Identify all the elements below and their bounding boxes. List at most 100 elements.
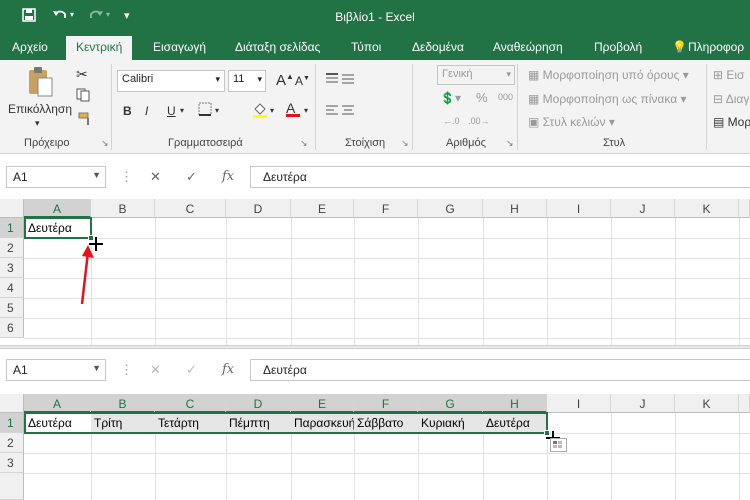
col-header-j[interactable]: J [611,199,675,218]
formula-input[interactable]: Δευτέρα [250,359,750,381]
font-color-dropdown-icon[interactable]: ▾ [304,106,308,115]
name-box[interactable]: A1 ▼ [6,359,106,381]
tab-tell-me[interactable]: Πληροφορ [688,40,744,54]
percent-button[interactable]: % [476,90,488,105]
currency-icon[interactable]: 💲▾ [440,91,461,105]
col-header-k[interactable]: K [675,394,739,413]
more-options-icon[interactable]: ⋮ [120,362,133,378]
insert-function-icon[interactable]: fx [222,362,234,377]
font-name-select[interactable]: Calibri ▾ [117,70,225,92]
borders-icon[interactable] [198,102,212,119]
col-header-d[interactable]: D [226,199,291,218]
col-header-k[interactable]: K [675,199,739,218]
font-launcher-icon[interactable]: ↘ [300,138,308,149]
col-header-l[interactable] [739,199,750,218]
fill-color-icon[interactable] [252,102,268,121]
col-header-c[interactable]: C [155,394,226,413]
enter-icon[interactable]: ✓ [186,169,197,185]
grow-font-button[interactable]: A▲ [276,72,294,89]
col-header-g[interactable]: G [418,394,483,413]
bold-button[interactable]: B [123,104,132,118]
col-header-d[interactable]: D [226,394,291,413]
tab-view[interactable]: Προβολή [594,40,642,54]
insert-function-icon[interactable]: fx [222,169,234,184]
col-header-a[interactable]: A [24,394,91,413]
font-color-button[interactable]: A [286,100,300,117]
top-align-icon[interactable] [326,72,354,89]
row-header-3[interactable]: 3 [0,258,24,278]
conditional-formatting-button[interactable]: ▦ Μορφοποίηση υπό όρους ▾ [528,68,689,82]
paste-button[interactable]: Επικόλληση [8,102,72,116]
selected-cell-border [24,217,92,239]
format-cells-button[interactable]: ▤ Μορ [713,115,750,129]
shrink-font-label: A [295,74,304,88]
tab-formulas[interactable]: Τύποι [351,40,381,54]
delete-cells-button[interactable]: ⊟ Διαγ [713,92,749,106]
col-header-c[interactable]: C [155,199,226,218]
col-header-a[interactable]: A [24,199,91,218]
more-options-icon[interactable]: ⋮ [120,169,133,185]
underline-button[interactable]: U [167,104,176,118]
fill-color-dropdown-icon[interactable]: ▾ [270,106,274,115]
alignment-launcher-icon[interactable]: ↘ [401,138,409,149]
format-as-table-button[interactable]: ▦ Μορφοποίηση ως πίνακα ▾ [528,92,687,106]
paste-icon[interactable] [26,66,54,101]
col-header-b[interactable]: B [91,394,155,413]
col-header-f[interactable]: F [354,394,418,413]
col-header-h[interactable]: H [483,394,547,413]
cell-styles-button[interactable]: ▣ Στυλ κελιών ▾ [528,115,615,129]
col-header-i[interactable]: I [547,394,611,413]
row-header-1[interactable]: 1 [0,218,24,238]
increase-decimal-icon[interactable]: ←.0 [443,116,460,126]
cut-icon[interactable]: ✂ [76,66,88,83]
enter-icon[interactable]: ✓ [186,362,197,378]
col-header-g[interactable]: G [418,199,483,218]
col-header-f[interactable]: F [354,199,418,218]
decrease-decimal-icon[interactable]: .00→ [468,116,490,126]
italic-button[interactable]: I [145,104,148,118]
left-align-icon[interactable] [326,104,354,121]
row-header-3[interactable]: 3 [0,453,24,473]
name-box[interactable]: A1 ▼ [6,166,106,188]
col-header-e[interactable]: E [291,394,354,413]
row-header-4[interactable] [0,473,24,500]
ribbon-tabs: Αρχείο Κεντρική Εισαγωγή Διάταξη σελίδας… [0,36,750,60]
row-header-6[interactable]: 6 [0,318,24,338]
col-header-h[interactable]: H [483,199,547,218]
number-format-select[interactable]: Γενική ▾ [437,65,515,85]
col-header-b[interactable]: B [91,199,155,218]
row-header-1[interactable]: 1 [0,413,24,433]
thousands-button[interactable]: 000 [498,92,513,102]
formula-input[interactable]: Δευτέρα [250,166,750,188]
row-header-4[interactable]: 4 [0,278,24,298]
tab-review[interactable]: Αναθεώρηση [493,40,563,54]
font-size-select[interactable]: 11 ▾ [228,70,266,92]
copy-icon[interactable] [76,88,92,105]
clipboard-launcher-icon[interactable]: ↘ [101,138,109,149]
row-header-5[interactable]: 5 [0,298,24,318]
number-launcher-icon[interactable]: ↘ [506,138,514,149]
cancel-icon[interactable]: ✕ [150,169,161,185]
row-header-2[interactable]: 2 [0,433,24,453]
format-painter-icon[interactable] [78,112,92,129]
auto-fill-options-icon[interactable] [550,438,567,452]
tab-page-layout[interactable]: Διάταξη σελίδας [235,40,320,54]
cancel-icon[interactable]: ✕ [150,362,161,378]
select-all-corner[interactable] [0,199,24,218]
row-header-2[interactable]: 2 [0,238,24,258]
tab-file[interactable]: Αρχείο [12,40,48,54]
ribbon: Επικόλληση ▾ ✂ Πρόχειρο ↘ Calibri ▾ 11 ▾… [0,60,750,154]
col-header-i[interactable]: I [547,199,611,218]
underline-dropdown-icon[interactable]: ▾ [180,106,184,115]
tab-home[interactable]: Κεντρική [66,36,133,60]
col-header-e[interactable]: E [291,199,354,218]
insert-cells-button[interactable]: ⊞ Εισ [713,68,744,82]
tab-insert[interactable]: Εισαγωγή [153,40,206,54]
select-all-corner[interactable] [0,394,24,413]
tab-data[interactable]: Δεδομένα [412,40,464,54]
shrink-font-button[interactable]: A▼ [295,74,310,88]
col-header-l[interactable] [739,394,750,413]
paste-dropdown-icon[interactable]: ▾ [35,118,40,129]
borders-dropdown-icon[interactable]: ▾ [215,106,219,115]
col-header-j[interactable]: J [611,394,675,413]
